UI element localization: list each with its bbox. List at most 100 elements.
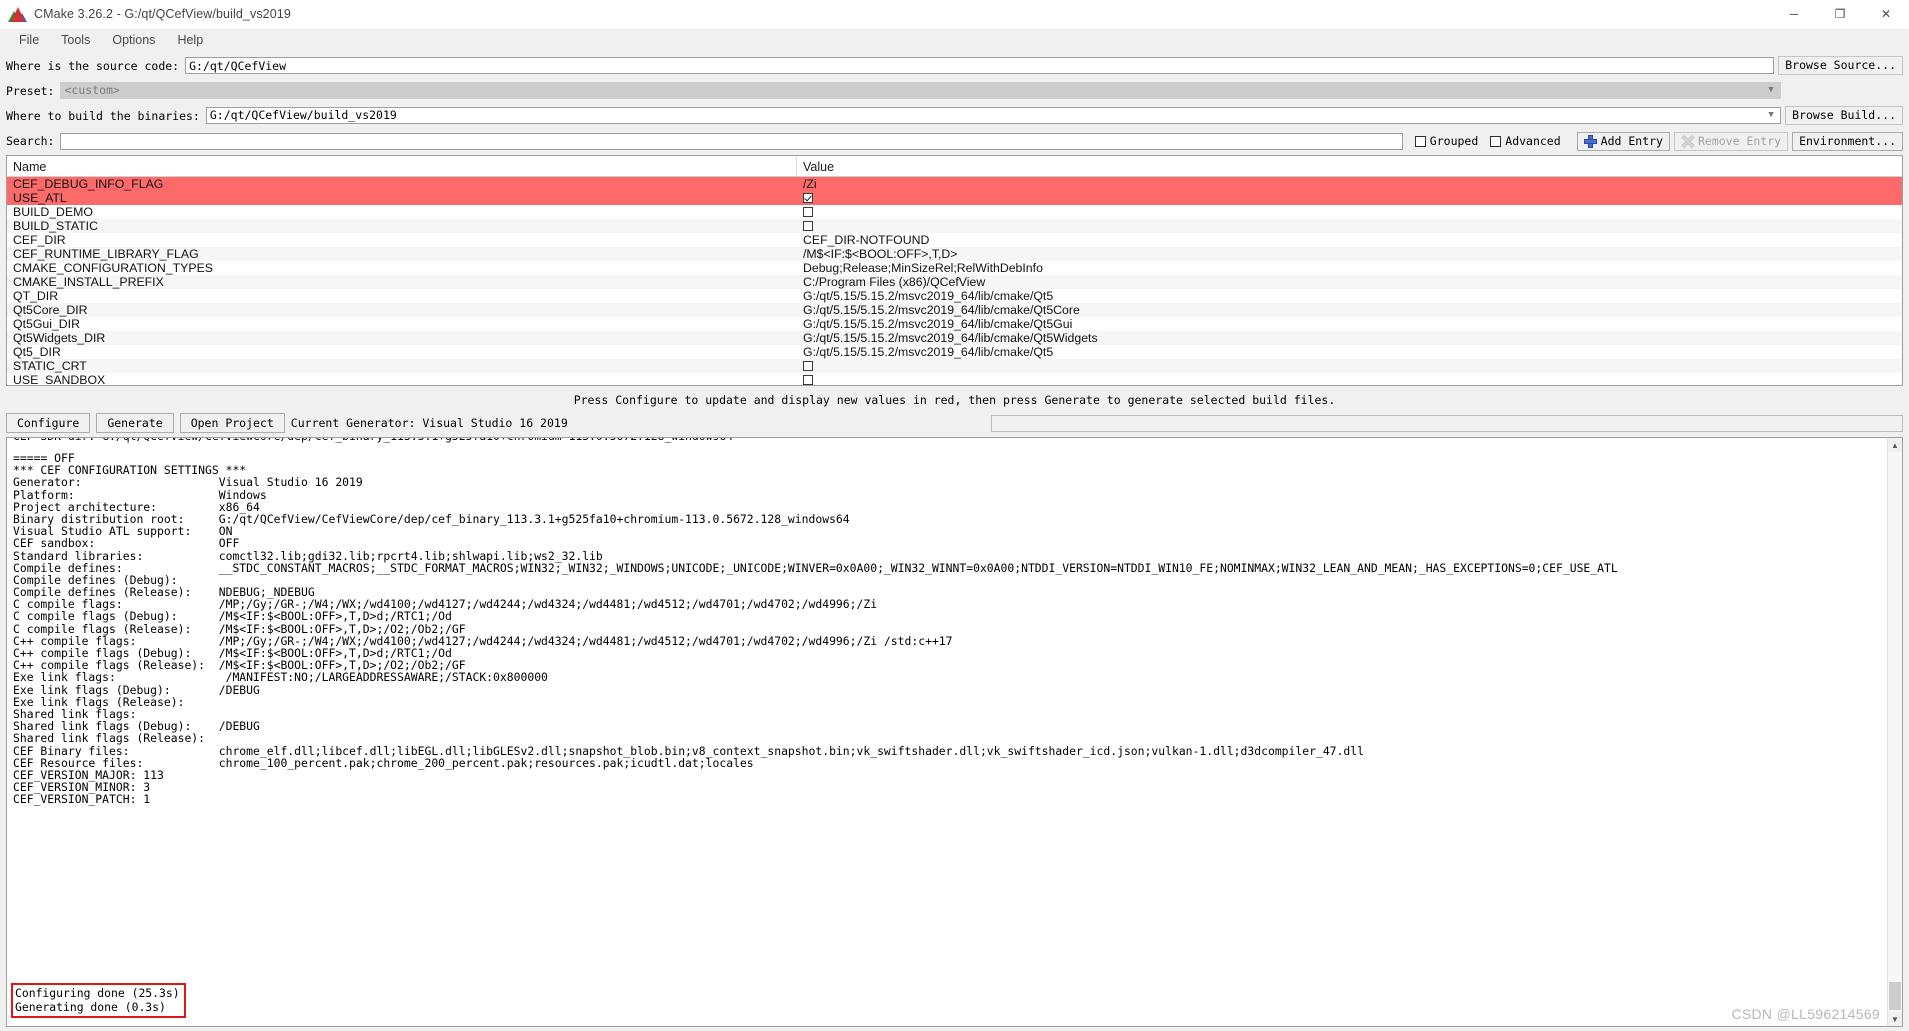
environment-button[interactable]: Environment... (1792, 131, 1903, 151)
column-header-value[interactable]: Value (797, 156, 1902, 176)
search-label: Search: (6, 134, 55, 148)
checkbox-icon[interactable] (803, 193, 813, 203)
table-row[interactable]: CEF_DIR CEF_DIR-NOTFOUND (7, 233, 1902, 247)
watermark: CSDN @LL596214569 (1731, 1006, 1880, 1022)
table-row[interactable]: BUILD_DEMO (7, 205, 1902, 219)
cache-entry-value[interactable] (797, 193, 1902, 203)
source-input[interactable]: G:/qt/QCefView (185, 57, 1775, 74)
cache-entry-value[interactable] (797, 207, 1902, 217)
console-line: ===== OFF (13, 451, 75, 465)
cache-table[interactable]: Name Value CEF_DEBUG_INFO_FLAG/Zi USE_ATL… (6, 155, 1903, 386)
action-bar: Configure Generate Open Project Current … (0, 413, 1909, 437)
remove-entry-button[interactable]: Remove Entry (1673, 131, 1789, 151)
table-row[interactable]: STATIC_CRT (7, 359, 1902, 373)
maximize-icon[interactable]: ❐ (1817, 0, 1863, 28)
cache-entry-value[interactable]: CEF_DIR-NOTFOUND (797, 233, 1902, 247)
table-row[interactable]: Qt5_DIR G:/qt/5.15/5.15.2/msvc2019_64/lib… (7, 345, 1902, 359)
console-line: Shared link flags (Release): (13, 731, 219, 746)
open-project-button[interactable]: Open Project (179, 413, 285, 433)
cache-entry-value[interactable] (797, 361, 1902, 371)
configure-button[interactable]: Configure (6, 413, 91, 433)
source-row: Where is the source code: G:/qt/QCefView… (6, 55, 1903, 76)
menu-item-file[interactable]: File (8, 31, 50, 49)
console-lines: CEF SDK dir: G:/qt/QCefView/CefViewCore/… (7, 438, 1902, 807)
table-row[interactable]: USE_ATL (7, 191, 1902, 205)
scrollbar-thumb[interactable] (1889, 982, 1901, 1010)
configure-hint: Press Configure to update and display ne… (573, 393, 1336, 407)
preset-value: <custom> (64, 83, 120, 97)
window-title: CMake 3.26.2 - G:/qt/QCefView/build_vs20… (34, 7, 291, 21)
console-line: Shared link flags: (13, 706, 219, 721)
console-line: Exe link flags: /MANIFEST:NO;/LARGEADDRE… (13, 670, 548, 685)
close-icon[interactable]: ✕ (1863, 0, 1909, 28)
table-row[interactable]: CEF_RUNTIME_LIBRARY_FLAG/M$<IF:$<BOOL:OF… (7, 247, 1902, 261)
cache-entry-name: Qt5_DIR (13, 345, 61, 359)
checkbox-icon[interactable] (803, 361, 813, 371)
build-input[interactable]: G:/qt/QCefView/build_vs2019 ▼ (205, 107, 1782, 124)
path-form: Where is the source code: G:/qt/QCefView… (0, 51, 1909, 130)
table-row[interactable]: Qt5Core_DIR G:/qt/5.15/5.15.2/msvc2019_64… (7, 303, 1902, 317)
advanced-checkbox[interactable]: Advanced (1490, 134, 1561, 148)
add-entry-button[interactable]: Add Entry (1576, 131, 1670, 151)
cache-entry-value[interactable]: G:/qt/5.15/5.15.2/msvc2019_64/lib/cmake/… (797, 303, 1902, 317)
checkbox-icon (1490, 135, 1502, 147)
cache-entry-value[interactable]: Debug;Release;MinSizeRel;RelWithDebInfo (797, 261, 1902, 275)
column-header-name[interactable]: Name (7, 156, 797, 176)
console-line: CEF_VERSION_PATCH: 1 (13, 792, 151, 807)
console-line: C compile flags (Debug): /M$<IF:$<BOOL:O… (13, 609, 452, 624)
minimize-icon[interactable]: ─ (1771, 0, 1817, 28)
menu-item-options[interactable]: Options (101, 31, 166, 49)
checkbox-icon[interactable] (803, 207, 813, 217)
cache-entry-value[interactable]: G:/qt/5.15/5.15.2/msvc2019_64/lib/cmake/… (797, 289, 1902, 303)
menu-item-help[interactable]: Help (166, 31, 214, 49)
table-row[interactable]: CMAKE_INSTALL_PREFIX C:/Program Files (x8… (7, 275, 1902, 289)
table-row[interactable]: BUILD_STATIC (7, 219, 1902, 233)
cache-entry-name: Qt5Core_DIR (13, 303, 88, 317)
scroll-down-icon[interactable]: ▼ (1888, 1012, 1902, 1026)
cache-entry-value[interactable]: G:/qt/5.15/5.15.2/msvc2019_64/lib/cmake/… (797, 317, 1902, 331)
table-row[interactable]: Qt5Gui_DIR G:/qt/5.15/5.15.2/msvc2019_64/… (7, 317, 1902, 331)
generate-button[interactable]: Generate (96, 413, 174, 433)
table-row[interactable]: QT_DIR G:/qt/5.15/5.15.2/msvc2019_64/lib/… (7, 289, 1902, 303)
chevron-down-icon[interactable]: ▼ (1762, 108, 1780, 123)
table-header: Name Value (7, 156, 1902, 177)
cache-entry-value[interactable]: /M$<IF:$<BOOL:OFF>,T,D> (797, 247, 1902, 261)
preset-select[interactable]: <custom> ▼ (60, 82, 1781, 99)
browse-source-button[interactable]: Browse Source... (1778, 56, 1903, 75)
build-row: Where to build the binaries: G:/qt/QCefV… (6, 105, 1903, 126)
console-line: C compile flags (Release): /M$<IF:$<BOOL… (13, 621, 466, 636)
menu-item-tools[interactable]: Tools (50, 31, 101, 49)
source-label: Where is the source code: (6, 58, 180, 73)
table-row[interactable]: USE_SANDBOX (7, 373, 1902, 385)
build-value: G:/qt/QCefView/build_vs2019 (209, 108, 397, 122)
console-scrollbar[interactable]: ▲ ▼ (1887, 438, 1902, 1026)
table-row[interactable]: CEF_DEBUG_INFO_FLAG/Zi (7, 177, 1902, 191)
console-line: CEF SDK dir: G:/qt/QCefView/CefViewCore/… (13, 438, 1896, 452)
console-line: Binary distribution root: G:/qt/QCefView… (13, 511, 850, 526)
search-toolbar: Search: Grouped Advanced Add Entry Remov… (0, 130, 1909, 155)
checkbox-icon[interactable] (803, 221, 813, 231)
cache-entry-value[interactable] (797, 221, 1902, 231)
checkbox-icon[interactable] (803, 375, 813, 385)
cache-entry-name: CEF_RUNTIME_LIBRARY_FLAG (13, 247, 199, 261)
cache-entry-value[interactable] (797, 375, 1902, 385)
checkbox-icon (1414, 135, 1426, 147)
scroll-up-icon[interactable]: ▲ (1888, 438, 1902, 452)
cross-icon (1681, 135, 1694, 148)
table-row[interactable]: CMAKE_CONFIGURATION_TYPES Debug;Release;M… (7, 261, 1902, 275)
browse-build-button[interactable]: Browse Build... (1785, 106, 1903, 125)
cache-entry-value[interactable]: /Zi (797, 177, 1902, 191)
console-line: Exe link flags (Debug): /DEBUG (13, 682, 260, 697)
console-line: CEF Binary files: chrome_elf.dll;libcef.… (13, 743, 1364, 758)
table-row[interactable]: Qt5Widgets_DIR G:/qt/5.15/5.15.2/msvc2019… (7, 331, 1902, 345)
cache-entry-value[interactable]: C:/Program Files (x86)/QCefView (797, 275, 1902, 289)
cache-entry-value[interactable]: G:/qt/5.15/5.15.2/msvc2019_64/lib/cmake/… (797, 345, 1902, 359)
grouped-label: Grouped (1429, 134, 1479, 148)
cache-entry-value[interactable]: G:/qt/5.15/5.15.2/msvc2019_64/lib/cmake/… (797, 331, 1902, 345)
console-line: Platform: Windows (13, 487, 267, 502)
console-line: Compile defines: __STDC_CONSTANT_MACROS;… (13, 560, 1618, 575)
search-input[interactable] (60, 132, 1403, 150)
console-output[interactable]: CEF SDK dir: G:/qt/QCefView/CefViewCore/… (6, 437, 1903, 1027)
console-line: Generator: Visual Studio 16 2019 (13, 475, 363, 490)
grouped-checkbox[interactable]: Grouped (1414, 134, 1479, 148)
